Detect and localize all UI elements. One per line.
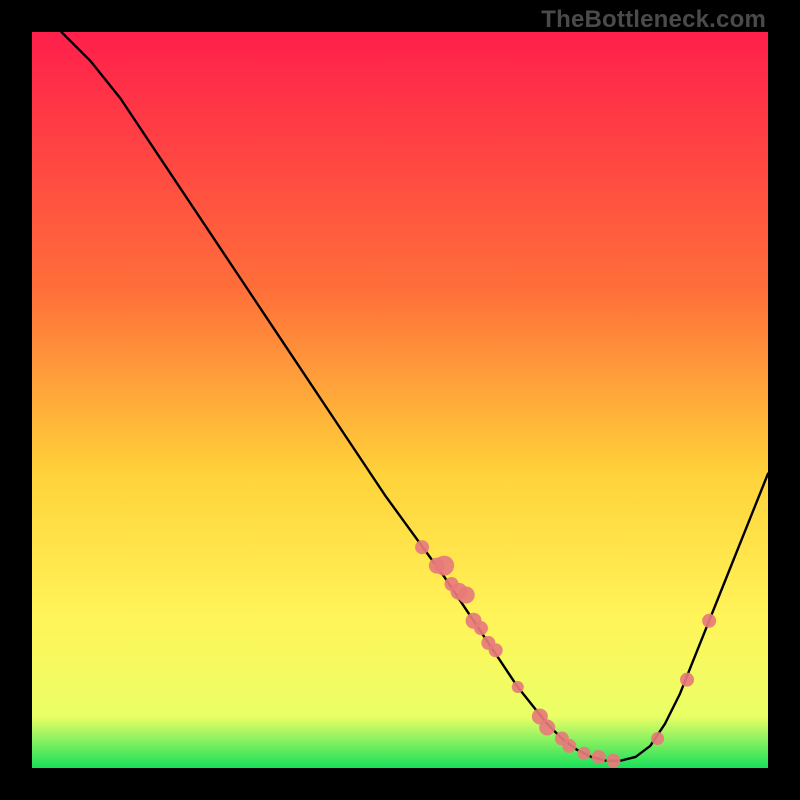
chart-svg bbox=[32, 32, 768, 768]
chart-frame bbox=[32, 32, 768, 768]
chart-background bbox=[32, 32, 768, 768]
marker-point bbox=[458, 587, 475, 604]
marker-point bbox=[592, 750, 606, 764]
marker-point bbox=[702, 614, 716, 628]
marker-point bbox=[512, 681, 524, 693]
marker-point bbox=[562, 739, 576, 753]
marker-point bbox=[434, 556, 454, 576]
marker-point bbox=[606, 754, 620, 768]
marker-point bbox=[578, 747, 591, 760]
watermark-text: TheBottleneck.com bbox=[541, 6, 766, 34]
marker-point bbox=[474, 621, 488, 635]
marker-point bbox=[651, 732, 664, 745]
marker-point bbox=[415, 540, 429, 554]
marker-point bbox=[539, 720, 555, 736]
marker-point bbox=[680, 673, 694, 687]
marker-point bbox=[489, 643, 503, 657]
